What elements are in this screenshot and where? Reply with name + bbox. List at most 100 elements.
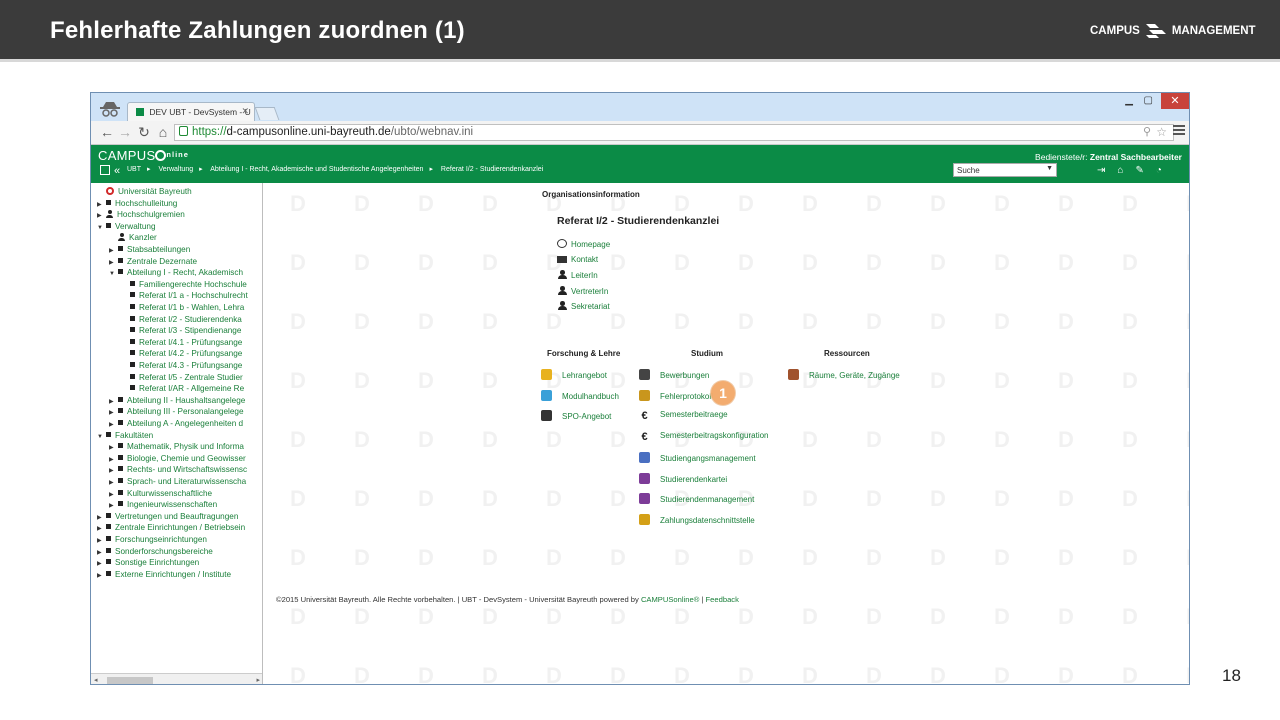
horizontal-scrollbar[interactable]: ◂ ▸ [91,673,262,684]
user-name[interactable]: Zentral Sachbearbeiter [1090,152,1182,162]
expand-arrow-icon[interactable]: ▶ [109,397,118,407]
dashboard-icon[interactable]: ◔ [1156,165,1174,176]
expand-arrow-icon[interactable]: ▶ [109,246,118,256]
back-icon[interactable]: ← [99,124,115,140]
tree-item[interactable]: Referat I/1 a - Hochschulrecht [121,291,248,301]
close-window-icon[interactable]: ✕ [1161,93,1189,109]
tree-item[interactable]: ▶ Zentrale Dezernate [109,257,197,268]
homepage-link[interactable]: Homepage [557,239,610,249]
collapse-arrow-icon[interactable]: ▼ [97,223,106,233]
expand-arrow-icon[interactable]: ▶ [97,559,106,569]
app-link-spo-angebot[interactable]: SPO-Angebot [541,410,611,422]
tab-close-icon[interactable]: ✕ [241,106,249,117]
campusonline-link[interactable]: CAMPUSonline® [641,595,699,604]
tree-item[interactable]: Referat I/2 - Studierendenka [121,315,242,325]
tree-item[interactable]: ▶ Kulturwissenschaftliche [109,489,212,500]
app-link-modulhandbuch[interactable]: Modulhandbuch [541,389,619,401]
app-link-zahlungsdatenschnittstelle[interactable]: Zahlungsdatenschnittstelle [639,513,755,525]
campusonline-logo[interactable]: CAMPUS nline [98,148,189,163]
tree-item[interactable]: ▶ Mathematik, Physik und Informa [109,442,244,453]
expand-arrow-icon[interactable]: ▶ [97,200,106,210]
tree-item[interactable]: ▶ Hochschulleitung [97,199,177,210]
tree-item[interactable]: Referat I/1 b - Wahlen, Lehra [121,303,244,313]
tree-item[interactable]: ▶ Sonderforschungsbereiche [97,547,213,558]
url-input[interactable]: https://d-campusonline.uni-bayreuth.de/u… [174,124,1174,141]
expand-arrow-icon[interactable]: ▶ [97,513,106,523]
tree-item[interactable]: ▶ Zentrale Einrichtungen / Betriebsein [97,523,245,534]
expand-arrow-icon[interactable]: ▶ [109,466,118,476]
minimize-icon[interactable]: ▁ [1125,95,1133,106]
menu-icon[interactable] [1173,125,1185,137]
expand-arrow-icon[interactable]: ▶ [109,478,118,488]
tree-item[interactable]: Referat I/4.3 - Prüfungsange [121,361,242,371]
app-link-fehlerprotokoll[interactable]: Fehlerprotokoll [639,389,713,401]
new-tab-button[interactable] [254,107,280,120]
tree-item[interactable]: ▶ Externe Einrichtungen / Institute [97,570,231,581]
key-icon[interactable]: ⚲ [1143,125,1151,138]
feedback-link[interactable]: Feedback [706,595,739,604]
vertreterin-link[interactable]: VertreterIn [557,286,608,296]
expand-arrow-icon[interactable]: ▶ [109,490,118,500]
kontakt-link[interactable]: Kontakt [557,255,598,264]
breadcrumb-item[interactable]: UBT [127,166,141,173]
tree-item[interactable]: Familiengerechte Hochschule [121,280,247,290]
tree-item[interactable]: Referat I/AR - Allgemeine Re [121,384,244,394]
edit-icon[interactable]: ✎ [1135,165,1155,176]
tree-item[interactable]: Referat I/4.2 - Prüfungsange [121,349,242,359]
app-link-semesterbeitragskonfiguration[interactable]: € Semesterbeitragskonfiguration [639,431,768,443]
tree-item[interactable]: ▶ Stabsabteilungen [109,245,190,256]
expand-arrow-icon[interactable]: ▶ [97,524,106,534]
scroll-left-icon[interactable]: ◂ [94,676,98,684]
expand-arrow-icon[interactable]: ▶ [97,536,106,546]
browser-tab[interactable]: DEV UBT - DevSystem - U ✕ [127,102,255,121]
breadcrumb-item[interactable]: Referat I/2 - Studierendenkanzlei [441,166,543,173]
tree-item[interactable]: ▶ Sprach- und Literaturwissenscha [109,477,246,488]
search-select[interactable]: Suche ▼ [953,163,1057,177]
tree-item[interactable]: Referat I/5 - Zentrale Studier [121,373,243,383]
app-link-lehrangebot[interactable]: Lehrangebot [541,369,607,380]
expand-arrow-icon[interactable]: ▶ [109,408,118,418]
app-link-bewerbungen[interactable]: Bewerbungen [639,369,709,380]
star-icon[interactable]: ☆ [1156,125,1167,139]
collapse-arrow-icon[interactable]: ▼ [97,432,106,442]
expand-arrow-icon[interactable]: ▶ [97,211,106,221]
expand-arrow-icon[interactable]: ▶ [97,571,106,581]
tree-item[interactable]: ▶ Abteilung III - Personalangelege [109,407,244,418]
tree-item[interactable]: Kanzler [109,233,157,243]
tree-item[interactable]: ▶ Ingenieurwissenschaften [109,500,217,511]
collapse-arrow-icon[interactable]: ▼ [109,269,118,279]
scroll-right-icon[interactable]: ▸ [256,676,260,684]
logout-icon[interactable]: ⇥ [1097,165,1117,176]
tree-item[interactable]: ▶ Sonstige Einrichtungen [97,558,199,569]
forward-icon[interactable]: → [117,124,133,140]
tree-item[interactable]: ▶ Rechts- und Wirtschaftswissensc [109,465,247,476]
breadcrumb-item[interactable]: Abteilung I - Recht, Akademische und Stu… [210,166,423,173]
app-link-studiengangsmanagement[interactable]: Studiengangsmanagement [639,451,756,463]
home-icon[interactable]: ⌂ [155,124,171,140]
tree-item[interactable]: ▶ Forschungseinrichtungen [97,535,207,546]
expand-arrow-icon[interactable]: ▶ [109,455,118,465]
sekretariat-link[interactable]: Sekretariat [557,301,610,311]
home-icon[interactable]: ⌂ [1117,165,1135,176]
tree-item[interactable]: ▼ Verwaltung [97,222,156,233]
tree-item[interactable]: ▶ Biologie, Chemie und Geowisser [109,454,246,465]
tree-item[interactable]: Referat I/3 - Stipendienange [121,326,241,336]
app-link-studierendenmanagement[interactable]: Studierendenmanagement [639,493,754,505]
app-link-r-ume-ger-te-zug-nge[interactable]: Räume, Geräte, Zugänge [788,369,900,380]
tree-item[interactable]: ▶ Vertretungen und Beauftragungen [97,512,238,523]
expand-arrow-icon[interactable]: ▶ [109,420,118,430]
tree-item[interactable]: ▶ Hochschulgremien [97,210,185,221]
maximize-icon[interactable]: ▢ [1144,95,1153,106]
expand-arrow-icon[interactable]: ▶ [109,258,118,268]
expand-arrow-icon[interactable]: ▶ [109,443,118,453]
expand-arrow-icon[interactable]: ▶ [97,548,106,558]
tree-item[interactable]: Referat I/4.1 - Prüfungsange [121,338,242,348]
app-link-studierendenkartei[interactable]: Studierendenkartei [639,472,727,484]
tree-item[interactable]: ▶ Abteilung II - Haushaltsangelege [109,396,245,407]
breadcrumb-item[interactable]: Verwaltung [158,166,193,173]
tree-item[interactable]: Universität Bayreuth [97,187,192,197]
tree-item[interactable]: ▼ Abteilung I - Recht, Akademisch [109,268,243,279]
tree-item[interactable]: ▼ Fakultäten [97,431,153,442]
scrollbar-thumb[interactable] [107,677,153,684]
collapse-icon[interactable]: « [114,165,120,177]
